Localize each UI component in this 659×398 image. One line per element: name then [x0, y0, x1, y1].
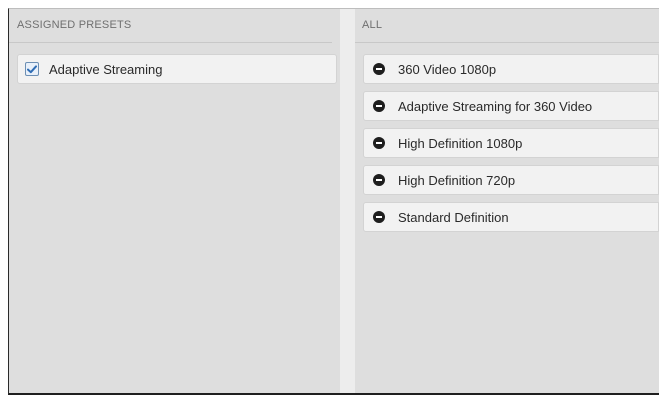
preset-item-360-video-1080p[interactable]: 360 Video 1080p	[363, 54, 659, 84]
assigned-presets-header: ASSIGNED PRESETS	[9, 9, 332, 43]
checkbox-checked-icon[interactable]	[25, 62, 39, 76]
assigned-preset-item[interactable]: Adaptive Streaming	[17, 54, 337, 84]
panel-divider	[340, 9, 355, 393]
assigned-presets-panel: ASSIGNED PRESETS Adaptive Streaming	[9, 9, 340, 393]
preset-label: Standard Definition	[398, 209, 509, 225]
preset-item-standard-definition[interactable]: Standard Definition	[363, 202, 659, 232]
checkmark-icon	[27, 64, 37, 73]
remove-circle-icon[interactable]	[373, 100, 385, 112]
all-presets-list: 360 Video 1080p Adaptive Streaming for 3…	[363, 54, 659, 239]
assigned-preset-label: Adaptive Streaming	[49, 61, 163, 77]
preset-item-adaptive-streaming-360[interactable]: Adaptive Streaming for 360 Video	[363, 91, 659, 121]
assigned-presets-list: Adaptive Streaming	[17, 54, 337, 91]
remove-circle-icon[interactable]	[373, 137, 385, 149]
remove-circle-icon[interactable]	[373, 211, 385, 223]
preset-label: High Definition 1080p	[398, 135, 523, 151]
all-presets-header: ALL	[355, 9, 659, 43]
preset-assignment-frame: ASSIGNED PRESETS Adaptive Streaming ALL …	[8, 8, 659, 395]
preset-item-high-definition-720p[interactable]: High Definition 720p	[363, 165, 659, 195]
preset-label: 360 Video 1080p	[398, 61, 497, 77]
remove-circle-icon[interactable]	[373, 174, 385, 186]
all-presets-panel: ALL 360 Video 1080p Adaptive Streaming f…	[355, 9, 659, 393]
preset-label: Adaptive Streaming for 360 Video	[398, 98, 593, 114]
preset-item-high-definition-1080p[interactable]: High Definition 1080p	[363, 128, 659, 158]
preset-label: High Definition 720p	[398, 172, 516, 188]
remove-circle-icon[interactable]	[373, 63, 385, 75]
